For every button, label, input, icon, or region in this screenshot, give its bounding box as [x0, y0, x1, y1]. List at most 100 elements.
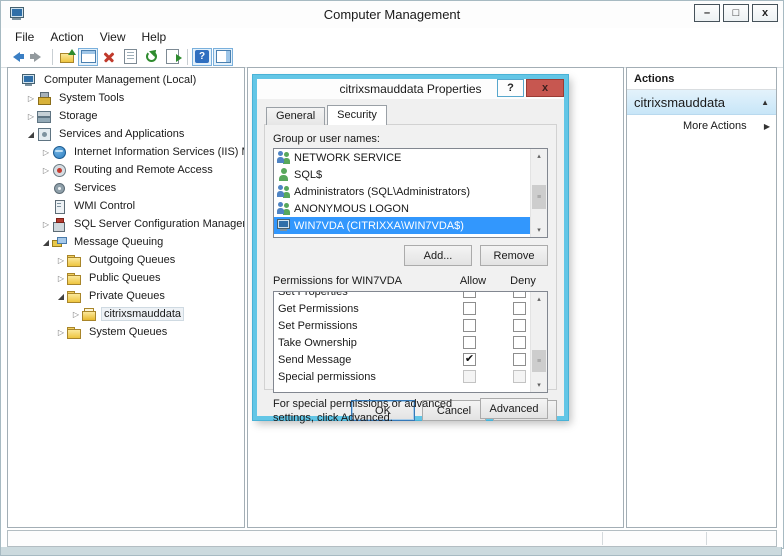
- export-list-button[interactable]: [162, 48, 182, 66]
- wmi-icon: [52, 200, 67, 213]
- expander-icon[interactable]: ▷: [25, 112, 37, 121]
- deny-checkbox[interactable]: [513, 291, 526, 298]
- permission-row-set-properties[interactable]: Set Properties: [274, 291, 547, 300]
- expander-icon[interactable]: ▷: [40, 220, 52, 229]
- tree-item-storage[interactable]: ▷Storage: [8, 107, 244, 125]
- deny-checkbox[interactable]: [513, 336, 526, 349]
- menu-view[interactable]: View: [92, 29, 134, 45]
- menu-file[interactable]: File: [7, 29, 42, 45]
- delete-icon: [103, 51, 115, 63]
- tree-item-computer-management[interactable]: Computer Management (Local): [8, 71, 244, 89]
- list-item-network-service[interactable]: NETWORK SERVICE: [274, 149, 547, 166]
- tree-item-system-queues[interactable]: ▷System Queues: [8, 323, 244, 341]
- allow-checkbox[interactable]: [463, 319, 476, 332]
- properties-icon: [124, 49, 137, 64]
- status-divider: [602, 532, 603, 545]
- back-icon: [13, 52, 20, 62]
- remove-button[interactable]: Remove: [480, 245, 548, 266]
- permission-row-special-permissions[interactable]: Special permissions: [274, 368, 547, 385]
- deny-checkbox[interactable]: [513, 353, 526, 366]
- tree-item-iis-manager[interactable]: ▷Internet Information Services (IIS) Man…: [8, 143, 244, 161]
- tree-item-wmi-control[interactable]: WMI Control: [8, 197, 244, 215]
- menu-action[interactable]: Action: [42, 29, 91, 45]
- expander-icon[interactable]: ▷: [40, 148, 52, 157]
- scroll-down-icon[interactable]: ▾: [531, 223, 547, 237]
- show-action-pane-icon: [216, 50, 231, 63]
- tree-item-sql-config-manager[interactable]: ▷SQL Server Configuration Manager: [8, 215, 244, 233]
- scroll-up-icon[interactable]: ▴: [531, 149, 547, 163]
- expander-icon[interactable]: ▷: [25, 94, 37, 103]
- close-button[interactable]: x: [752, 4, 778, 22]
- list-item-anonymous-logon[interactable]: ANONYMOUS LOGON: [274, 200, 547, 217]
- computer-icon: [22, 74, 37, 87]
- delete-button[interactable]: [99, 48, 119, 66]
- allow-checkbox[interactable]: [463, 336, 476, 349]
- add-remove-row: Add... Remove: [273, 245, 548, 266]
- group-list-scrollbar[interactable]: ▴ ≡ ▾: [530, 149, 547, 237]
- tab-security[interactable]: Security: [327, 105, 387, 125]
- dialog-client-area: General Security Group or user names: NE…: [257, 99, 564, 416]
- list-item-sql[interactable]: SQL$: [274, 166, 547, 183]
- back-button[interactable]: [6, 48, 26, 66]
- scroll-down-icon[interactable]: ▾: [531, 378, 547, 392]
- allow-checkbox[interactable]: [463, 302, 476, 315]
- dialog-close-button[interactable]: x: [526, 79, 564, 97]
- expander-icon[interactable]: ◢: [25, 130, 37, 139]
- tree-item-outgoing-queues[interactable]: ▷Outgoing Queues: [8, 251, 244, 269]
- permission-row-send-message[interactable]: Send Message: [274, 351, 547, 368]
- tools-icon: [37, 92, 52, 105]
- menu-help[interactable]: Help: [134, 29, 175, 45]
- allow-checkbox[interactable]: [463, 353, 476, 366]
- properties-button[interactable]: [120, 48, 140, 66]
- dialog-titlebar[interactable]: citrixsmauddata Properties ? x: [257, 79, 564, 99]
- deny-checkbox[interactable]: [513, 319, 526, 332]
- tree-item-public-queues[interactable]: ▷Public Queues: [8, 269, 244, 287]
- tree-item-message-queuing[interactable]: ◢Message Queuing: [8, 233, 244, 251]
- tab-general[interactable]: General: [266, 107, 325, 125]
- minimize-button[interactable]: –: [694, 4, 720, 22]
- expander-icon[interactable]: ▷: [55, 274, 67, 283]
- show-action-pane-button[interactable]: [213, 48, 233, 66]
- permission-row-set-permissions[interactable]: Set Permissions: [274, 317, 547, 334]
- tree-item-citrixsmauddata[interactable]: ▷citrixsmauddata: [8, 305, 244, 323]
- actions-header: Actions: [627, 68, 776, 90]
- collapse-icon[interactable]: ▲: [761, 98, 769, 107]
- forward-button[interactable]: [27, 48, 47, 66]
- tree-item-system-tools[interactable]: ▷System Tools: [8, 89, 244, 107]
- scrollbar-thumb[interactable]: ≡: [532, 185, 546, 209]
- actions-group-citrixsmauddata[interactable]: citrixsmauddata ▲: [627, 90, 776, 115]
- expander-icon[interactable]: ▷: [40, 166, 52, 175]
- scrollbar-thumb[interactable]: ≡: [532, 350, 546, 372]
- tree-item-private-queues[interactable]: ◢Private Queues: [8, 287, 244, 305]
- up-one-level-button[interactable]: [57, 48, 77, 66]
- allow-checkbox[interactable]: [463, 291, 476, 298]
- advanced-row: For special permissions or advanced sett…: [273, 398, 548, 432]
- window-titlebar[interactable]: Computer Management – □ x: [1, 1, 783, 28]
- add-button[interactable]: Add...: [404, 245, 472, 266]
- tree-item-services-and-applications[interactable]: ◢Services and Applications: [8, 125, 244, 143]
- permission-row-take-ownership[interactable]: Take Ownership: [274, 334, 547, 351]
- maximize-button[interactable]: □: [723, 4, 749, 22]
- group-list-label: Group or user names:: [273, 133, 548, 145]
- expander-icon[interactable]: ▷: [55, 256, 67, 265]
- expander-icon[interactable]: ▷: [70, 310, 82, 319]
- expander-icon[interactable]: ◢: [40, 238, 52, 247]
- help-icon: ?: [195, 50, 209, 63]
- toolbar-separator: [187, 49, 188, 65]
- refresh-button[interactable]: [141, 48, 161, 66]
- tree-item-services[interactable]: Services: [8, 179, 244, 197]
- deny-checkbox[interactable]: [513, 302, 526, 315]
- list-item-win7vda[interactable]: WIN7VDA (CITRIXXA\WIN7VDA$): [274, 217, 547, 234]
- scroll-up-icon[interactable]: ▴: [531, 292, 547, 306]
- permissions-scrollbar[interactable]: ▴ ≡ ▾: [530, 292, 547, 392]
- advanced-button[interactable]: Advanced: [480, 398, 548, 419]
- show-console-tree-button[interactable]: [78, 48, 98, 66]
- help-button[interactable]: ?: [192, 48, 212, 66]
- list-item-administrators[interactable]: Administrators (SQL\Administrators): [274, 183, 547, 200]
- expander-icon[interactable]: ◢: [55, 292, 67, 301]
- permission-row-get-permissions[interactable]: Get Permissions: [274, 300, 547, 317]
- expander-icon[interactable]: ▷: [55, 328, 67, 337]
- more-actions-item[interactable]: More Actions ▶: [627, 115, 776, 137]
- tree-item-routing-remote-access[interactable]: ▷Routing and Remote Access: [8, 161, 244, 179]
- dialog-help-button[interactable]: ?: [497, 79, 524, 97]
